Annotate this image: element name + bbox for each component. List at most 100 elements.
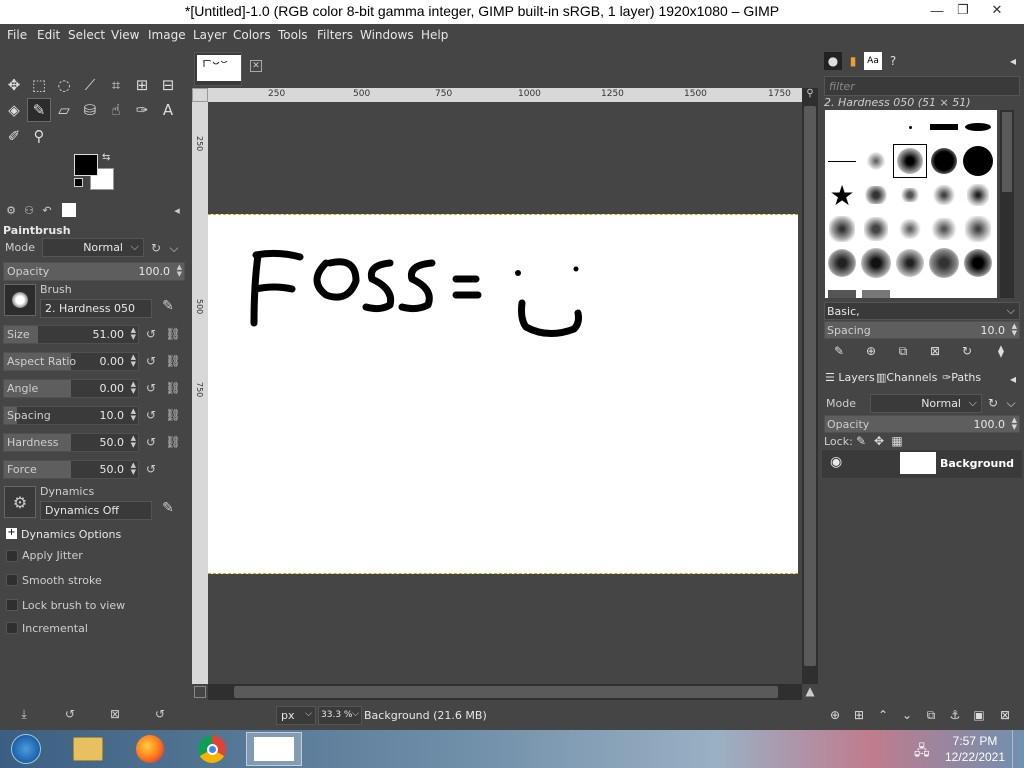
panel-menu-icon[interactable]: ◂ (1004, 370, 1022, 388)
brush-cell[interactable] (859, 280, 893, 298)
minimize-button[interactable]: — (926, 1, 948, 19)
close-tab-icon[interactable]: ✕ (250, 60, 262, 72)
angle-slider[interactable]: Angle 0.00 ▲ ▼ (3, 379, 139, 398)
brush-cell[interactable] (859, 144, 893, 178)
reset-aspect-icon[interactable]: ↺ (143, 353, 159, 369)
lock-position-icon[interactable]: ✥ (870, 432, 888, 450)
horizontal-scroll-thumb[interactable] (234, 686, 778, 698)
brush-cell[interactable] (961, 246, 995, 280)
tool-options-tab-icon[interactable]: ⚙ (4, 203, 18, 217)
open-brush-as-image-icon[interactable]: ⧫ (992, 342, 1010, 360)
brush-cell[interactable] (825, 110, 859, 144)
spin-icon[interactable]: ▲ ▼ (177, 264, 182, 278)
brush-cell[interactable] (893, 246, 927, 280)
zoom-dropdown[interactable]: 33.3 % ⌵ (318, 706, 362, 725)
menu-layer[interactable]: Layer (193, 28, 226, 42)
brush-cell[interactable] (859, 246, 893, 280)
layer-mode-menu-icon[interactable]: ⌵ (1002, 394, 1020, 412)
delete-brush-icon[interactable]: ⊠ (926, 342, 944, 360)
toggle-mask-icon[interactable] (194, 686, 206, 698)
brush-cell[interactable] (927, 178, 961, 212)
fonts-tab-icon[interactable]: Aa (864, 52, 882, 70)
menu-file[interactable]: File (7, 28, 27, 42)
link-angle-icon[interactable]: ⛓ (165, 380, 181, 396)
brush-spacing-slider[interactable]: Spacing 10.0 ▲ ▼ (824, 321, 1020, 339)
paintbrush-icon[interactable]: ✎ (27, 98, 51, 122)
spin-icon[interactable]: ▲ ▼ (131, 354, 136, 368)
device-status-tab-icon[interactable]: ⚇ (22, 203, 36, 217)
brushes-tab-icon[interactable]: ● (824, 52, 842, 70)
layer-mode-dropdown[interactable]: Normal ⌵ (870, 394, 982, 413)
brush-cell[interactable] (961, 110, 995, 144)
show-desktop-button[interactable] (1012, 730, 1024, 768)
hardness-slider[interactable]: Hardness 50.0 ▲ ▼ (3, 433, 139, 452)
brush-cell[interactable] (961, 178, 995, 212)
lock-brush-checkbox[interactable] (6, 599, 18, 611)
warp-transform-icon[interactable]: ⊟ (156, 73, 180, 97)
reset-layer-mode-icon[interactable]: ↻ (984, 394, 1002, 412)
lasso-icon[interactable]: ◌ (52, 73, 76, 97)
brush-grid-scrollbar[interactable] (1000, 110, 1014, 298)
spin-icon[interactable]: ▲ ▼ (131, 381, 136, 395)
brush-cell[interactable] (961, 144, 995, 178)
brush-cell[interactable] (825, 246, 859, 280)
canvas-viewport[interactable] (208, 102, 802, 684)
dynamics-options-expander[interactable]: + Dynamics Options (6, 527, 176, 543)
duplicate-layer-icon[interactable]: ⧉ (922, 706, 940, 724)
layer-opacity-slider[interactable]: Opacity 100.0 ▲ ▼ (824, 415, 1020, 433)
image-tab[interactable] (194, 52, 242, 86)
save-tool-preset-icon[interactable]: ⤓ (16, 706, 32, 722)
default-colors-icon[interactable] (74, 178, 83, 187)
chrome-taskbar-icon[interactable] (190, 732, 234, 766)
swap-colors-icon[interactable]: ⇆ (102, 152, 110, 163)
link-size-icon[interactable]: ⛓ (165, 326, 181, 342)
quick-mask-corner[interactable] (192, 88, 208, 102)
brush-cell-selected[interactable] (893, 144, 927, 178)
paths-icon[interactable]: ✑ (130, 98, 154, 122)
delete-tool-preset-icon[interactable]: ⊠ (107, 706, 123, 722)
eraser-icon[interactable]: ▱ (52, 98, 76, 122)
fuzzy-select-icon[interactable]: ⟋ (78, 73, 102, 97)
aspect-ratio-slider[interactable]: Aspect Ratio 0.00 ▲ ▼ (3, 352, 139, 371)
vertical-ruler[interactable]: 250 500 750 (192, 102, 208, 684)
menu-filters[interactable]: Filters (317, 28, 353, 42)
lock-alpha-icon[interactable]: ▦ (888, 432, 906, 450)
horizontal-scrollbar[interactable] (208, 684, 802, 700)
image-canvas[interactable] (208, 214, 798, 574)
new-layer-group-icon[interactable]: ⊞ (850, 706, 868, 724)
vertical-scroll-thumb[interactable] (804, 106, 816, 666)
menu-view[interactable]: View (111, 28, 139, 42)
brush-cell[interactable] (825, 280, 859, 298)
menu-colors[interactable]: Colors (233, 28, 271, 42)
menu-edit[interactable]: Edit (37, 28, 60, 42)
brush-cell[interactable] (825, 212, 859, 246)
menu-image[interactable]: Image (148, 28, 186, 42)
brush-cell[interactable] (893, 212, 927, 246)
nav-icon[interactable]: ▲ (802, 684, 818, 700)
close-button[interactable]: ✕ (986, 1, 1008, 19)
raise-layer-icon[interactable]: ⌃ (874, 706, 892, 724)
spin-icon[interactable]: ▲ ▼ (131, 462, 136, 476)
color-picker-icon[interactable]: ✐ (2, 124, 26, 148)
brush-cell[interactable] (927, 110, 961, 144)
reset-mode-icon[interactable]: ↻ (148, 240, 164, 256)
clock[interactable]: 7:57 PM 12/22/2021 (940, 733, 1010, 765)
duplicate-brush-icon[interactable]: ⧉ (894, 342, 912, 360)
horizontal-ruler[interactable]: 250 500 750 1000 1250 1500 1750 (208, 88, 802, 102)
brush-cell[interactable] (859, 212, 893, 246)
brush-cell[interactable] (927, 212, 961, 246)
file-explorer-taskbar-icon[interactable] (66, 732, 110, 766)
vertical-scrollbar[interactable] (802, 88, 818, 684)
bucket-fill-icon[interactable]: ◈ (2, 98, 26, 122)
spin-icon[interactable]: ▲ ▼ (131, 435, 136, 449)
spin-icon[interactable]: ▲ ▼ (131, 327, 136, 341)
restore-button[interactable]: ❐ (952, 1, 974, 19)
spin-icon[interactable]: ▲ ▼ (1012, 323, 1017, 337)
unified-transform-icon[interactable]: ⊞ (130, 73, 154, 97)
unit-dropdown[interactable]: px ⌵ (276, 706, 316, 725)
brush-filter-input[interactable]: filter (824, 76, 1020, 96)
brush-scroll-thumb[interactable] (1002, 112, 1012, 192)
incremental-checkbox[interactable] (6, 622, 18, 634)
opacity-slider[interactable]: Opacity 100.0 ▲ ▼ (3, 262, 185, 281)
tab-channels[interactable]: ▥Channels (874, 370, 939, 388)
